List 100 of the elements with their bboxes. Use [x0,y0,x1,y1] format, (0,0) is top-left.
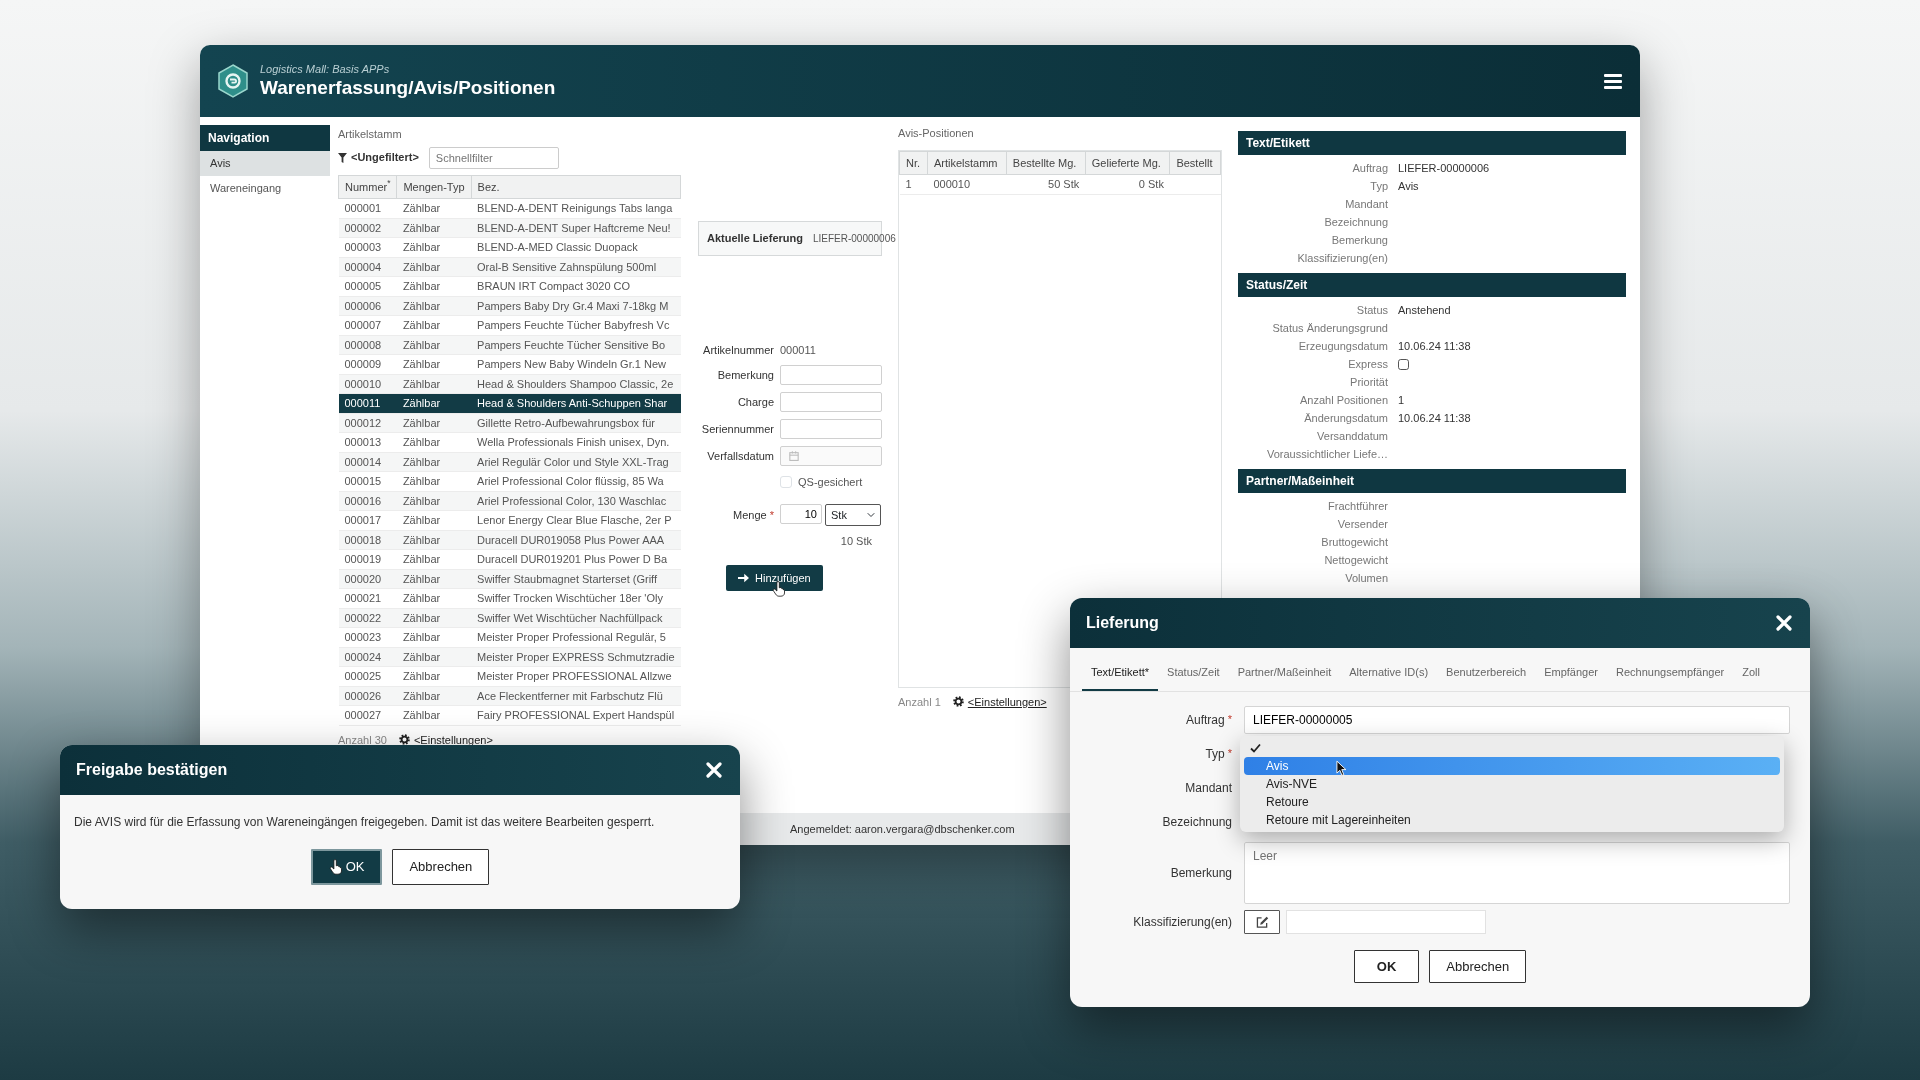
section-label: Artikelstamm [338,127,402,142]
table-cell: Gillette Retro-Aufbewahrungsbox für [471,413,681,433]
table-row[interactable]: 000004 Zählbar Oral-B Sensitive Zahnspülung 500ml [338,257,681,277]
close-icon [706,762,722,778]
close-button[interactable] [1774,613,1794,633]
date-field[interactable] [780,446,882,466]
table-cell: BRAUN IRT Compact 3020 CO [471,276,681,296]
tab[interactable]: Zoll [1733,656,1769,691]
tab[interactable]: Empfänger [1535,656,1607,691]
menu-icon[interactable] [1604,73,1622,89]
table-row[interactable]: 000021 Zählbar Swiffer Trocken Wischtücher 18er 'Oly [338,588,681,608]
table-row[interactable]: 000025 Zählbar Meister Proper PROFESSIONAL Allzwe [338,666,681,686]
column-header[interactable]: Artikelstamm [927,151,1007,175]
search-field[interactable]: Schnellfilter [428,146,559,169]
table-row[interactable]: 000002 Zählbar BLEND-A-DENT Super Haftcreme Neu! [338,218,681,238]
table-row[interactable]: 000026 Zählbar Ace Fleckentferner mit Farbschutz Flü [338,686,681,706]
dialog-title: Freigabe bestätigen [76,760,228,780]
nav-item[interactable]: Avis [200,151,330,176]
table-row[interactable]: 000018 Zählbar Duracell DUR019058 Plus Power AAA [338,530,681,550]
table-row[interactable]: 000020 Zählbar Swiffer Staubmagnet Starterset (Griff [338,569,681,589]
menu-item[interactable]: Avis-NVE [1244,774,1780,793]
table-row[interactable]: 1 000010 50 Stk 0 Stk [899,174,1221,194]
table-cell: 000013 [338,432,397,452]
gear-icon [952,696,964,708]
tab[interactable]: Status/Zeit [1158,656,1229,691]
table-cell: 000002 [338,218,397,238]
column-header[interactable]: Bez. [471,175,681,199]
table-row[interactable]: 000015 Zählbar Ariel Professional Color flüssig, 85 Wa [338,471,681,491]
text-field[interactable]: LIEFER-00000005 [1244,705,1790,734]
table-cell: 000021 [338,588,397,608]
table-row[interactable]: 000006 Zählbar Pampers Baby Dry Gr.4 Maxi 7-18kg M [338,296,681,316]
column-header[interactable]: Bestellt [1169,151,1221,175]
unit-select[interactable]: Stk [825,504,881,526]
nav-item[interactable]: Wareneingang [200,175,330,200]
table-row[interactable]: 000022 Zählbar Swiffer Wet Wischtücher Nachfüllpack [338,608,681,628]
tab[interactable]: Benutzerbereich [1437,656,1536,691]
navigation-header: Navigation [200,125,330,151]
table-cell: Zählbar [396,198,472,218]
table-cell: 000024 [338,647,397,667]
text-field[interactable] [780,419,882,439]
tab[interactable]: Text/Etikett* [1082,656,1159,691]
table-cell: Zählbar [396,627,472,647]
detail-value: Avis [1398,178,1420,194]
tab[interactable]: Partner/Maßeinheit [1228,656,1341,691]
settings-link[interactable]: <Einstellungen> [398,731,493,748]
table-row[interactable]: 000023 Zählbar Meister Proper Professional Regulär, 5 [338,627,681,647]
close-button[interactable] [704,760,724,780]
cancel-button[interactable]: Abbrechen [392,849,490,885]
table-row[interactable]: 000019 Zählbar Duracell DUR019201 Plus Power D Ba [338,549,681,569]
detail-label: Erzeugungsdatum [1297,338,1388,354]
column-header[interactable]: Gelieferte Mg. [1085,151,1170,175]
table-row[interactable]: 000013 Zählbar Wella Professionals Finish unisex, Dyn. [338,432,681,452]
cancel-button[interactable]: Abbrechen [1429,949,1527,984]
menu-item[interactable]: Retoure [1244,792,1780,811]
table-row[interactable]: 000012 Zählbar Gillette Retro-Aufbewahrungsbox für [338,413,681,433]
menu-item[interactable]: Avis [1244,756,1780,775]
table-row[interactable]: 000009 Zählbar Pampers New Baby Windeln Gr.1 New [338,354,681,374]
table-row[interactable]: 000027 Zählbar Fairy PROFESSIONAL Expert Handspül [338,705,681,725]
detail-label: Versender [1336,516,1388,532]
add-button[interactable]: Hinzufügen [726,564,823,591]
table-cell: Zählbar [396,705,472,725]
table-cell: 000008 [338,335,397,355]
input-field[interactable] [1286,909,1486,934]
edit-button[interactable] [1244,909,1280,934]
table-row[interactable]: 000001 Zählbar BLEND-A-DENT Reinigungs Tabs langa [338,198,681,218]
filter-toggle[interactable]: <Ungefiltert> [338,149,419,166]
table-cell: Fairy PROFESSIONAL Expert Handspül [471,705,681,725]
text-area[interactable]: Leer [1244,841,1790,904]
table-cell: 1 [899,174,928,194]
checkbox[interactable] [1398,358,1409,370]
table-row[interactable]: 000010 Zählbar Head & Shoulders Shampoo Classic, 2e [338,374,681,394]
text-field[interactable] [780,365,882,385]
table-row[interactable]: 000024 Zählbar Meister Proper EXPRESS Schmutzradie [338,647,681,667]
table-row[interactable]: 000016 Zählbar Ariel Professional Color, 130 Waschlac [338,491,681,511]
tab[interactable]: Rechnungsempfänger [1607,656,1734,691]
section-label: Avis-Positionen [898,126,975,141]
tab[interactable]: Alternative ID(s) [1340,656,1438,691]
column-header[interactable]: Mengen-Typ [396,175,472,199]
column-header[interactable]: Bestellte Mg. [1006,151,1086,175]
ok-button[interactable]: OK [1353,949,1420,984]
table-cell: Zählbar [396,315,472,335]
table-row[interactable]: 000017 Zählbar Lenor Energy Clear Blue Flasche, 2er P [338,510,681,530]
menu-item[interactable]: Retoure mit Lagereinheiten [1244,810,1780,829]
column-header[interactable]: Nr. [899,151,928,175]
column-header[interactable]: Nummer$^{*}$ [338,175,397,199]
table-cell: 000022 [338,608,397,628]
settings-link[interactable]: <Einstellungen> [952,693,1047,710]
table-row[interactable]: 000008 Zählbar Pampers Feuchte Tücher Sensitive Bo [338,335,681,355]
table-row[interactable]: 000011 Zählbar Head & Shoulders Anti-Schuppen Shar [338,393,681,413]
table-cell: Duracell DUR019201 Plus Power D Ba [471,549,681,569]
text-field[interactable] [780,392,882,412]
table-row[interactable]: 000014 Zählbar Ariel Regulär Color und Style XXL-Trag [338,452,681,472]
table-row[interactable]: 000007 Zählbar Pampers Feuchte Tücher Babyfresh Vc [338,315,681,335]
table-cell: Wella Professionals Finish unisex, Dyn. [471,432,681,452]
table-row[interactable]: 000005 Zählbar BRAUN IRT Compact 3020 CO [338,276,681,296]
detail-label: Versanddatum [1316,428,1388,444]
table-row[interactable]: 000003 Zählbar BLEND-A-MED Classic Duopack [338,237,681,257]
field-label: Klassifizierung(en) [1133,913,1232,931]
ok-button[interactable]: OK [310,849,383,885]
quantity-field[interactable]: 10 [780,504,822,524]
